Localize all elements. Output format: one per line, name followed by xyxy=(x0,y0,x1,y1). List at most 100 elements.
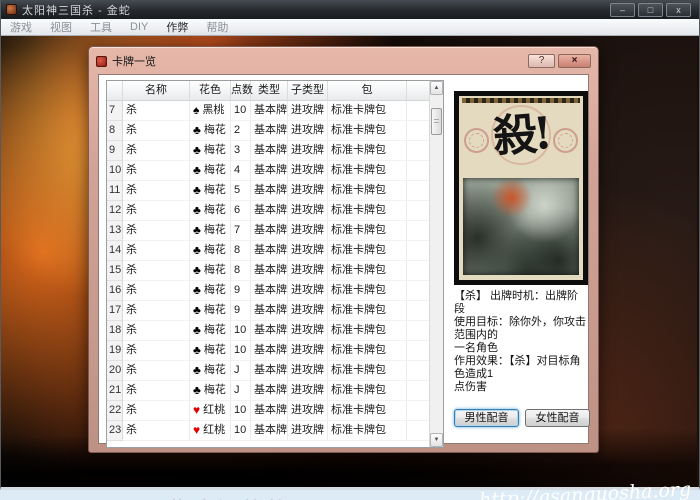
table-row[interactable]: 23 杀 ♥ 红桃 10 基本牌 进攻牌 标准卡牌包 xyxy=(107,421,429,441)
type-cell: 基本牌 xyxy=(251,401,288,421)
suit-icon: ♣ xyxy=(193,201,201,220)
scrollbar-thumb[interactable] xyxy=(431,108,442,135)
table-row[interactable]: 14 杀 ♣ 梅花 8 基本牌 进攻牌 标准卡牌包 xyxy=(107,241,429,261)
card-name-cell: 杀 xyxy=(123,221,190,241)
table-row[interactable]: 18 杀 ♣ 梅花 10 基本牌 进攻牌 标准卡牌包 xyxy=(107,321,429,341)
table-row[interactable]: 11 杀 ♣ 梅花 5 基本牌 进攻牌 标准卡牌包 xyxy=(107,181,429,201)
type-cell: 基本牌 xyxy=(251,101,288,121)
column-header-pack[interactable]: 包 xyxy=(328,81,407,100)
minimize-button[interactable]: – xyxy=(610,3,635,17)
type-cell: 基本牌 xyxy=(251,421,288,441)
scroll-down-icon[interactable]: ▼ xyxy=(430,433,443,447)
filler-cell xyxy=(407,301,429,321)
suit-label: 梅花 xyxy=(204,261,226,280)
row-number: 16 xyxy=(107,281,123,301)
pack-cell: 标准卡牌包 xyxy=(328,201,407,221)
male-voice-button[interactable]: 男性配音 xyxy=(454,409,519,427)
table-row[interactable]: 15 杀 ♣ 梅花 8 基本牌 进攻牌 标准卡牌包 xyxy=(107,261,429,281)
row-number: 9 xyxy=(107,141,123,161)
row-number: 10 xyxy=(107,161,123,181)
table-row[interactable]: 10 杀 ♣ 梅花 4 基本牌 进攻牌 标准卡牌包 xyxy=(107,161,429,181)
dialog-title: 卡牌一览 xyxy=(112,53,156,69)
table-row[interactable]: 9 杀 ♣ 梅花 3 基本牌 进攻牌 标准卡牌包 xyxy=(107,141,429,161)
points-cell: 9 xyxy=(231,281,251,301)
subtype-cell: 进攻牌 xyxy=(288,321,328,341)
table-header-row: 名称 花色 点数 类型 子类型 包 xyxy=(107,81,429,101)
suit-cell: ♣ 梅花 xyxy=(190,121,231,141)
dialog-title-bar[interactable]: 卡牌一览 ? × xyxy=(89,47,598,71)
type-cell: 基本牌 xyxy=(251,281,288,301)
column-header-name[interactable]: 名称 xyxy=(123,81,190,100)
menu-item-view[interactable]: 视图 xyxy=(41,19,81,35)
pack-cell: 标准卡牌包 xyxy=(328,161,407,181)
points-cell: 3 xyxy=(231,141,251,161)
suit-cell: ♣ 梅花 xyxy=(190,301,231,321)
column-header-points[interactable]: 点数 xyxy=(231,81,251,100)
card-name-cell: 杀 xyxy=(123,401,190,421)
suit-cell: ♣ 梅花 xyxy=(190,341,231,361)
table-row[interactable]: 7 杀 ♠ 黑桃 10 基本牌 进攻牌 标准卡牌包 xyxy=(107,101,429,121)
points-cell: 6 xyxy=(231,201,251,221)
column-header-suit[interactable]: 花色 xyxy=(190,81,231,100)
dialog-help-button[interactable]: ? xyxy=(528,54,555,68)
suit-label: 梅花 xyxy=(204,381,226,400)
filler-cell xyxy=(407,321,429,341)
menu-item-game[interactable]: 游戏 xyxy=(1,19,41,35)
dialog-close-button[interactable]: × xyxy=(558,54,591,68)
suit-icon: ♣ xyxy=(193,121,201,140)
menu-item-tools[interactable]: 工具 xyxy=(81,19,121,35)
table-row[interactable]: 12 杀 ♣ 梅花 6 基本牌 进攻牌 标准卡牌包 xyxy=(107,201,429,221)
table-row[interactable]: 20 杀 ♣ 梅花 J 基本牌 进攻牌 标准卡牌包 xyxy=(107,361,429,381)
card-table: 名称 花色 点数 类型 子类型 包 7 杀 ♠ 黑桃 10 xyxy=(106,80,444,448)
type-cell: 基本牌 xyxy=(251,221,288,241)
row-number: 15 xyxy=(107,261,123,281)
table-row[interactable]: 13 杀 ♣ 梅花 7 基本牌 进攻牌 标准卡牌包 xyxy=(107,221,429,241)
column-header-index[interactable] xyxy=(107,81,123,100)
filler-cell xyxy=(407,421,429,441)
suit-icon: ♠ xyxy=(193,101,199,120)
subtype-cell: 进攻牌 xyxy=(288,401,328,421)
points-cell: 7 xyxy=(231,221,251,241)
maximize-button[interactable]: □ xyxy=(638,3,663,17)
pack-cell: 标准卡牌包 xyxy=(328,241,407,261)
suit-label: 梅花 xyxy=(204,201,226,220)
menu-item-help[interactable]: 帮助 xyxy=(197,19,237,35)
subtype-cell: 进攻牌 xyxy=(288,261,328,281)
scroll-up-icon[interactable]: ▲ xyxy=(430,81,443,95)
pack-cell: 标准卡牌包 xyxy=(328,361,407,381)
menu-item-cheat[interactable]: 作弊 xyxy=(157,19,197,35)
close-button[interactable]: x xyxy=(666,3,691,17)
filler-cell xyxy=(407,341,429,361)
window-controls: – □ x xyxy=(610,3,699,17)
card-name-cell: 杀 xyxy=(123,121,190,141)
vertical-scrollbar[interactable]: ▲ ▼ xyxy=(429,81,443,447)
subtype-cell: 进攻牌 xyxy=(288,241,328,261)
filler-cell xyxy=(407,261,429,281)
points-cell: 9 xyxy=(231,301,251,321)
suit-cell: ♠ 黑桃 xyxy=(190,101,231,121)
pack-cell: 标准卡牌包 xyxy=(328,101,407,121)
row-number: 19 xyxy=(107,341,123,361)
menu-bar: 游戏 视图 工具 DIY 作弊 帮助 xyxy=(1,19,699,36)
table-row[interactable]: 17 杀 ♣ 梅花 9 基本牌 进攻牌 标准卡牌包 xyxy=(107,301,429,321)
suit-cell: ♣ 梅花 xyxy=(190,281,231,301)
type-cell: 基本牌 xyxy=(251,341,288,361)
pack-cell: 标准卡牌包 xyxy=(328,141,407,161)
suit-cell: ♣ 梅花 xyxy=(190,141,231,161)
points-cell: 10 xyxy=(231,401,251,421)
menu-item-diy[interactable]: DIY xyxy=(121,21,157,33)
table-row[interactable]: 21 杀 ♣ 梅花 J 基本牌 进攻牌 标准卡牌包 xyxy=(107,381,429,401)
column-header-filler xyxy=(407,81,429,100)
pack-cell: 标准卡牌包 xyxy=(328,381,407,401)
female-voice-button[interactable]: 女性配音 xyxy=(525,409,590,427)
table-row[interactable]: 16 杀 ♣ 梅花 9 基本牌 进攻牌 标准卡牌包 xyxy=(107,281,429,301)
suit-label: 梅花 xyxy=(204,281,226,300)
column-header-subtype[interactable]: 子类型 xyxy=(288,81,328,100)
table-row[interactable]: 19 杀 ♣ 梅花 10 基本牌 进攻牌 标准卡牌包 xyxy=(107,341,429,361)
row-number: 7 xyxy=(107,101,123,121)
column-header-type[interactable]: 类型 xyxy=(251,81,288,100)
table-row[interactable]: 22 杀 ♥ 红桃 10 基本牌 进攻牌 标准卡牌包 xyxy=(107,401,429,421)
title-bar: 太阳神三国杀 - 金蛇 – □ x xyxy=(1,0,699,19)
table-row[interactable]: 8 杀 ♣ 梅花 2 基本牌 进攻牌 标准卡牌包 xyxy=(107,121,429,141)
subtype-cell: 进攻牌 xyxy=(288,281,328,301)
